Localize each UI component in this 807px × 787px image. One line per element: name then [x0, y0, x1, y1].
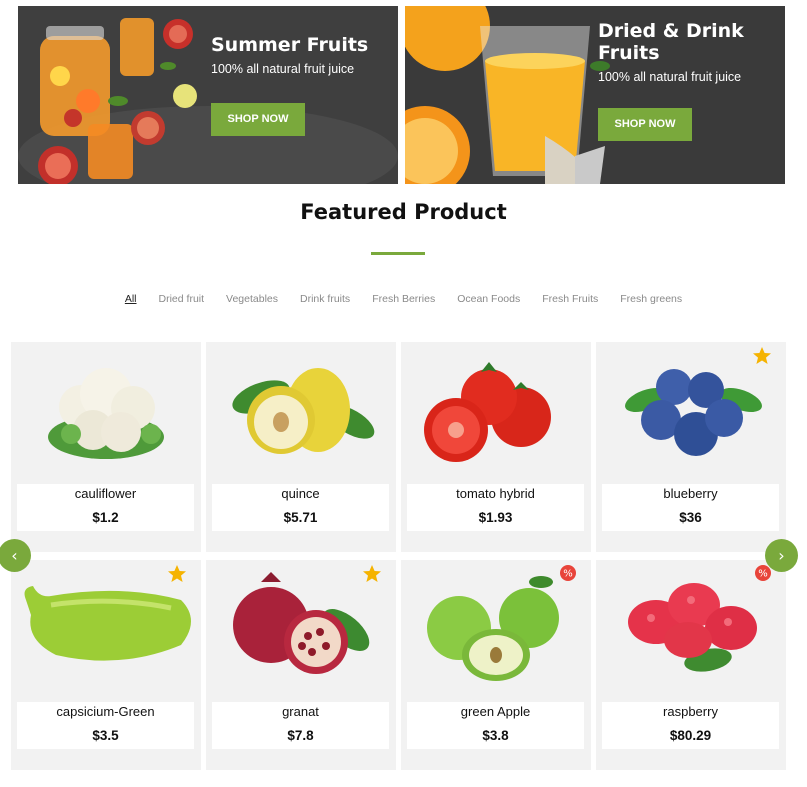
- product-price: $1.93: [478, 510, 513, 525]
- tab-drink-fruits[interactable]: Drink fruits: [289, 293, 361, 305]
- product-name[interactable]: green Apple: [407, 704, 584, 719]
- product-name[interactable]: tomato hybrid: [407, 486, 584, 501]
- shop-now-button[interactable]: SHOP NOW: [211, 103, 305, 136]
- product-info: cauliflower $1.2: [17, 484, 194, 531]
- product-card-cauliflower[interactable]: cauliflower $1.2: [11, 342, 201, 552]
- summer-fruits-text: Summer Fruits 100% all natural fruit jui…: [211, 34, 386, 76]
- product-info: capsicium-Green $3.5: [17, 702, 194, 749]
- product-card-quince[interactable]: quince $5.71: [206, 342, 396, 552]
- dried-drink-fruits-banner[interactable]: Dried & Drink Fruits 100% all natural fr…: [405, 6, 785, 184]
- product-name[interactable]: quince: [212, 486, 389, 501]
- tab-vegetables[interactable]: Vegetables: [215, 293, 289, 305]
- tomato-image: [424, 362, 551, 462]
- svg-text:%: %: [563, 569, 573, 580]
- product-card-raspberry[interactable]: % raspberry $80.29: [596, 560, 786, 770]
- tab-fresh-fruits[interactable]: Fresh Fruits: [531, 293, 609, 305]
- product-price: $5.71: [283, 510, 318, 525]
- banner-title: Summer Fruits: [211, 34, 369, 56]
- product-grid: cauliflower $1.2 quince $5.71 tomato hyb…: [11, 342, 791, 770]
- product-card-granat[interactable]: granat $7.8: [206, 560, 396, 770]
- banner-subtitle: 100% all natural fruit juice: [598, 70, 742, 84]
- title-underline: [371, 252, 425, 255]
- page: Summer Fruits 100% all natural fruit jui…: [0, 0, 807, 787]
- featured-product-heading: Featured Product: [300, 200, 507, 224]
- product-name[interactable]: granat: [212, 704, 389, 719]
- dried-drink-text: Dried & Drink Fruits 100% all natural fr…: [598, 20, 773, 84]
- tab-ocean-foods[interactable]: Ocean Foods: [446, 293, 531, 305]
- product-price: $1.2: [92, 510, 119, 525]
- product-name[interactable]: raspberry: [602, 704, 779, 719]
- tab-fresh-greens[interactable]: Fresh greens: [609, 293, 693, 305]
- product-price: $36: [679, 510, 702, 525]
- product-name[interactable]: cauliflower: [17, 486, 194, 501]
- carousel-next-button[interactable]: ›: [765, 539, 798, 572]
- product-price: $7.8: [287, 728, 314, 743]
- product-name[interactable]: blueberry: [602, 486, 779, 501]
- tab-all[interactable]: All: [114, 293, 148, 305]
- cauliflower-image: [48, 368, 164, 459]
- product-price: $3.8: [482, 728, 509, 743]
- quince-image: [232, 368, 375, 454]
- star-icon: [753, 347, 771, 364]
- product-info: tomato hybrid $1.93: [407, 484, 584, 531]
- product-info: granat $7.8: [212, 702, 389, 749]
- product-card-capsicium-green[interactable]: capsicium-Green $3.5: [11, 560, 201, 770]
- product-info: blueberry $36: [602, 484, 779, 531]
- tab-dried-fruit[interactable]: Dried fruit: [148, 293, 216, 305]
- svg-text:%: %: [758, 569, 768, 580]
- shop-now-button[interactable]: SHOP NOW: [598, 108, 692, 141]
- product-name[interactable]: capsicium-Green: [17, 704, 194, 719]
- product-card-blueberry[interactable]: blueberry $36: [596, 342, 786, 552]
- summer-fruits-banner[interactable]: Summer Fruits 100% all natural fruit jui…: [18, 6, 398, 184]
- product-info: raspberry $80.29: [602, 702, 779, 749]
- banner-subtitle: 100% all natural fruit juice: [211, 62, 355, 76]
- product-price: $80.29: [669, 728, 712, 743]
- fruit-juice-pitcher-image: [18, 6, 398, 184]
- star-icon: [168, 565, 186, 582]
- product-info: green Apple $3.8: [407, 702, 584, 749]
- product-price: $3.5: [92, 728, 119, 743]
- product-info: quince $5.71: [212, 484, 389, 531]
- banner-title: Dried & Drink Fruits: [598, 20, 744, 64]
- star-icon: [363, 565, 381, 582]
- tab-fresh-berries[interactable]: Fresh Berries: [361, 293, 446, 305]
- category-filter-tabs: All Dried fruit Vegetables Drink fruits …: [0, 293, 807, 305]
- product-card-tomato-hybrid[interactable]: tomato hybrid $1.93: [401, 342, 591, 552]
- sale-percent-icon: %: [560, 565, 576, 581]
- product-card-green-apple[interactable]: % green Apple $3.8: [401, 560, 591, 770]
